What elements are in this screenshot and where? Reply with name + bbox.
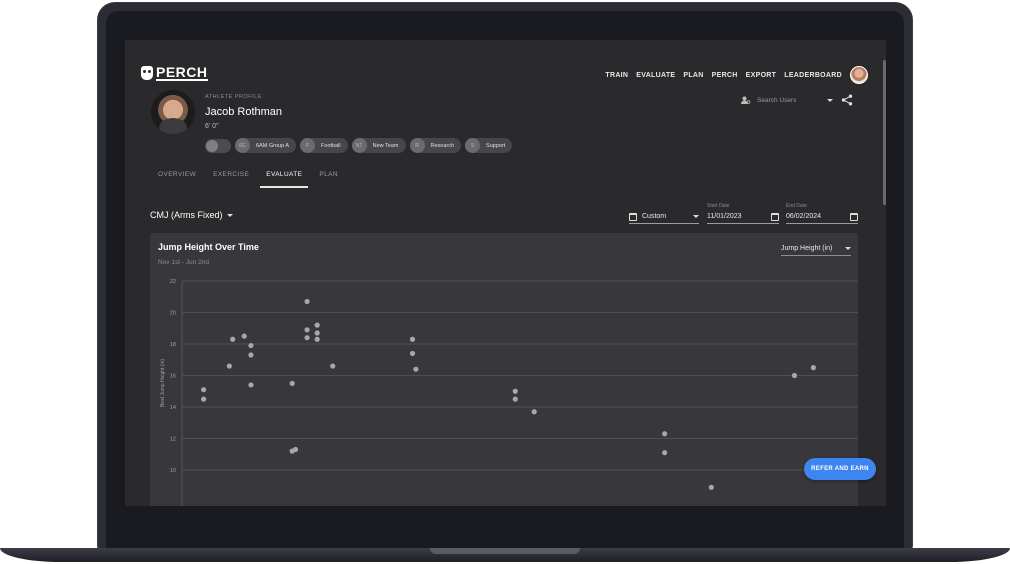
y-tick-label: 22 [170,279,176,285]
start-date-value: 11/01/2023 [707,213,742,220]
range-value: Custom [642,213,667,220]
tag-chip[interactable]: NT New Team [351,138,406,153]
share-icon[interactable] [841,94,853,106]
nav-train[interactable]: TRAIN [605,72,628,79]
data-point[interactable] [289,380,295,386]
data-point[interactable] [292,446,299,453]
y-tick-label: 18 [170,342,176,348]
perch-logo[interactable]: PERCH [141,64,208,82]
chart-title: Jump Height Over Time [158,242,259,252]
tag-chip[interactable]: S Support [465,138,513,153]
data-point[interactable] [512,396,518,402]
metric-value: Jump Height (in) [781,245,833,252]
data-point[interactable] [226,363,232,369]
data-point[interactable] [662,431,668,437]
chevron-down-icon [693,215,699,218]
nav-leaderboard[interactable]: LEADERBOARD [784,72,842,79]
refer-and-earn-button[interactable]: REFER AND EARN [804,458,876,480]
data-point[interactable] [248,352,254,358]
data-point[interactable] [304,327,310,333]
scatter-chart: 10 12 14 16 18 20 22 Best Jump Height (in) [160,279,858,506]
end-date-label: End Date [786,203,807,209]
data-point[interactable] [662,450,668,456]
tab-plan[interactable]: PLAN [319,171,338,188]
data-point[interactable] [791,372,798,379]
data-point[interactable] [314,336,320,342]
tab-exercise[interactable]: EXERCISE [213,171,249,188]
jump-height-card: Jump Height Over Time Nov 1st - Jun 2nd … [150,233,858,506]
y-tick-label: 12 [170,437,176,443]
app-screen: PERCH TRAIN EVALUATE PLAN PERCH EXPORT L… [125,40,886,506]
data-point[interactable] [248,382,254,388]
data-point[interactable] [201,387,207,393]
chevron-down-icon [827,98,833,102]
chevron-down-icon [845,247,851,250]
exercise-label: CMJ (Arms Fixed) [150,210,223,220]
data-point[interactable] [304,298,310,305]
scrollbar[interactable] [883,60,886,205]
search-placeholder: Search Users [757,96,797,104]
data-point[interactable] [810,365,816,371]
nav-perch[interactable]: PERCH [712,72,738,79]
tab-evaluate[interactable]: EVALUATE [260,171,309,188]
nav-plan[interactable]: PLAN [683,72,703,79]
group-tags: 6G 6AM Group A F Football NT New Team R Rese… [205,138,513,153]
tab-overview[interactable]: OVERVIEW [158,171,196,188]
data-point[interactable] [531,409,537,415]
chart-subtitle: Nov 1st - Jun 2nd [158,259,209,266]
calendar-icon [629,212,637,221]
profile-tabs: OVERVIEW EXERCISE EVALUATE PLAN [158,171,355,188]
y-tick-label: 14 [170,405,176,411]
tag-chip[interactable]: 6G 6AM Group A [235,138,297,153]
athlete-name: Jacob Rothman [205,106,283,118]
logo-text: PERCH [156,64,208,81]
y-tick-label: 10 [170,468,176,474]
start-date-label: Start Date [707,203,730,209]
data-point[interactable] [304,335,310,341]
data-point[interactable] [230,336,236,342]
y-tick-label: 16 [170,374,176,380]
end-date-value: 06/02/2024 [786,213,822,220]
laptop-mockup: PERCH TRAIN EVALUATE PLAN PERCH EXPORT L… [0,0,1010,564]
search-users-field[interactable]: Search Users [741,92,833,108]
data-point[interactable] [512,388,518,394]
data-point[interactable] [314,330,320,336]
top-nav: TRAIN EVALUATE PLAN PERCH EXPORT LEADERB… [605,66,868,84]
metric-select[interactable]: Jump Height (in) [781,242,851,256]
calendar-icon[interactable] [771,212,779,221]
y-tick-label: 20 [170,311,176,317]
chevron-down-icon [226,213,233,217]
owl-icon [141,66,153,80]
calendar-icon[interactable] [850,212,858,221]
exercise-select[interactable]: CMJ (Arms Fixed) [150,210,233,220]
athlete-avatar [151,90,195,134]
data-point[interactable] [241,333,247,339]
active-toggle[interactable] [205,138,231,153]
data-point[interactable] [409,350,416,357]
athlete-profile-label: ATHLETE PROFILE [205,94,262,100]
user-avatar[interactable] [850,66,868,84]
data-point[interactable] [708,484,714,490]
end-date-field[interactable]: 06/02/2024 [786,210,858,224]
data-point[interactable] [248,342,254,349]
tag-chip[interactable]: R Research [409,138,462,153]
data-point[interactable] [413,366,419,372]
laptop-notch [430,548,580,554]
data-point[interactable] [409,336,416,342]
tag-chip[interactable]: F Football [300,138,348,153]
data-point[interactable] [201,396,207,402]
nav-evaluate[interactable]: EVALUATE [636,72,675,79]
data-point[interactable] [314,322,320,328]
person-search-icon [741,96,751,104]
athlete-height: 6' 0" [205,123,219,130]
start-date-field[interactable]: 11/01/2023 [707,210,779,224]
date-range-select[interactable]: Custom [629,210,699,224]
nav-export[interactable]: EXPORT [746,72,777,79]
data-point[interactable] [330,363,336,369]
y-axis-label: Best Jump Height (in) [160,359,166,407]
